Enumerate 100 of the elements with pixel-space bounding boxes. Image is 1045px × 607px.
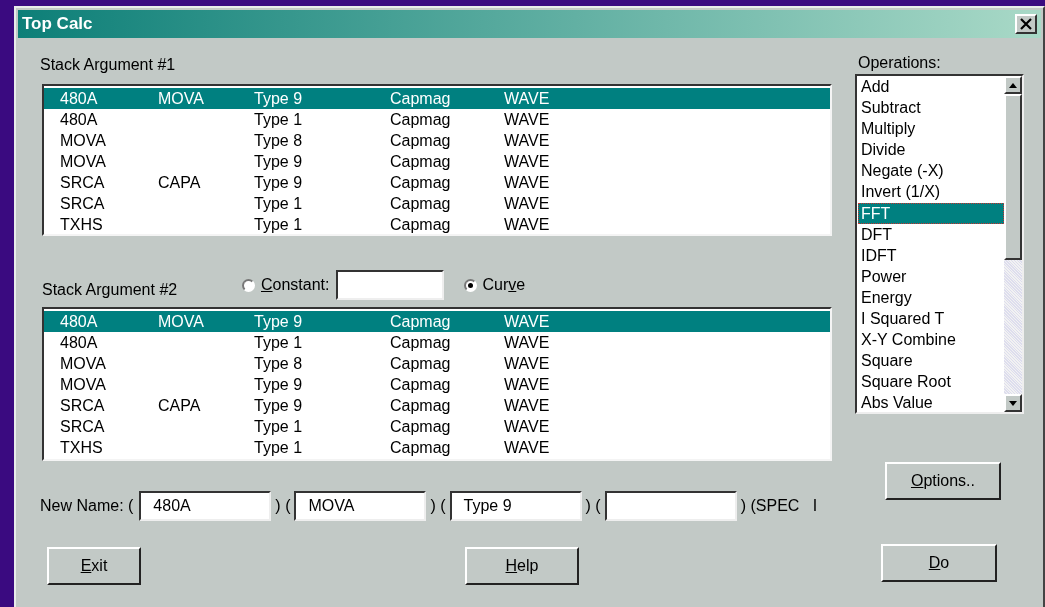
operation-item[interactable]: Negate (-X) bbox=[858, 160, 1004, 182]
operation-item[interactable]: Invert (1/X) bbox=[858, 181, 1004, 203]
radio-button[interactable] bbox=[463, 278, 477, 292]
list-cell-text: 480A bbox=[60, 110, 99, 129]
scrollbar-track[interactable] bbox=[1004, 76, 1022, 412]
operation-item[interactable]: Subtract bbox=[858, 97, 1004, 119]
list-cell-text: WAVE bbox=[504, 194, 551, 213]
list-cell-text: Capmag bbox=[390, 215, 452, 234]
list-cell-text: Type 1 bbox=[254, 194, 304, 213]
list-cell-text: CAPA bbox=[158, 396, 202, 415]
list-cell-text: Type 1 bbox=[254, 110, 304, 129]
window-title: Top Calc bbox=[22, 14, 93, 34]
list-row[interactable]: MOVA Type 8 Capmag WAVE bbox=[44, 353, 830, 374]
operation-item[interactable]: IDFT bbox=[858, 244, 1004, 266]
list-cell-text: TXHS bbox=[60, 438, 104, 457]
down-arrow-icon bbox=[1009, 400, 1017, 406]
list-cell-text: WAVE bbox=[504, 354, 551, 373]
list-row[interactable]: SRCA CAPA Type 9 Capmag WAVE bbox=[44, 395, 830, 416]
exit-button[interactable]: Exit bbox=[47, 547, 141, 585]
radio-label[interactable]: Curve bbox=[482, 276, 526, 294]
options-button[interactable]: Options.. bbox=[885, 462, 1001, 500]
list-cell-text: Type 1 bbox=[254, 438, 304, 457]
list-cell-text: 480A bbox=[60, 312, 99, 331]
list-cell-text: WAVE bbox=[504, 110, 551, 129]
list-cell-text: WAVE bbox=[504, 417, 551, 436]
list-cell-text: Capmag bbox=[390, 312, 452, 331]
list-cell-text: Capmag bbox=[390, 110, 452, 129]
radio-button[interactable] bbox=[242, 278, 255, 292]
operation-item[interactable]: Power bbox=[858, 265, 1004, 287]
list-cell-text: MOVA bbox=[60, 152, 107, 171]
name-field[interactable]: 480A bbox=[139, 491, 272, 521]
operation-item[interactable]: Square Root bbox=[858, 371, 1004, 393]
operation-item[interactable]: DFT bbox=[858, 223, 1004, 245]
list-cell-text: Capmag bbox=[390, 152, 452, 171]
list-cell-text: SRCA bbox=[60, 173, 106, 192]
list-row[interactable]: 480A Type 1 Capmag WAVE bbox=[44, 332, 830, 353]
list-cell-text: WAVE bbox=[504, 131, 551, 150]
list-cell-text: MOVA bbox=[158, 312, 205, 331]
list-row[interactable]: 480A Type 1 Capmag WAVE bbox=[44, 109, 830, 130]
list-cell-text: Type 1 bbox=[254, 333, 304, 352]
list-row[interactable]: MOVA Type 9 Capmag WAVE bbox=[44, 151, 830, 172]
list-cell-text: Capmag bbox=[390, 131, 452, 150]
radio-label[interactable]: Constant: bbox=[261, 276, 330, 294]
list-cell-text: WAVE bbox=[504, 375, 551, 394]
scroll-up-button[interactable] bbox=[1004, 76, 1022, 94]
do-button[interactable]: Do bbox=[881, 544, 997, 582]
list-cell-text: Capmag bbox=[390, 333, 452, 352]
list-cell-text: CAPA bbox=[158, 173, 202, 192]
list-cell-text: Type 1 bbox=[254, 417, 304, 436]
list-cell-text: SRCA bbox=[60, 194, 106, 213]
list-cell-text: 480A bbox=[60, 333, 99, 352]
list-cell-text: WAVE bbox=[504, 173, 551, 192]
operation-item[interactable]: Square bbox=[858, 350, 1004, 372]
operation-item[interactable]: FFT bbox=[858, 202, 1004, 224]
separator-text: ) ( bbox=[585, 497, 601, 515]
list-cell-text: 480A bbox=[60, 89, 99, 108]
list-row[interactable]: 480A MOVA Type 9 Capmag WAVE bbox=[44, 311, 830, 332]
list-cell-text: Type 9 bbox=[254, 152, 304, 171]
name-field[interactable] bbox=[604, 491, 737, 521]
up-arrow-icon bbox=[1009, 82, 1017, 88]
list-cell-text: Type 9 bbox=[254, 375, 304, 394]
list-cell-text: WAVE bbox=[504, 312, 551, 331]
list-row[interactable]: SRCA Type 1 Capmag WAVE bbox=[44, 193, 830, 214]
close-button[interactable] bbox=[1015, 14, 1037, 34]
list-cell-text: SRCA bbox=[60, 396, 106, 415]
list-cell-text: Capmag bbox=[390, 194, 452, 213]
operation-item[interactable]: Add bbox=[858, 76, 1004, 98]
scroll-thumb[interactable] bbox=[1004, 94, 1022, 260]
name-field[interactable]: Type 9 bbox=[449, 491, 582, 521]
list-cell-text: Type 9 bbox=[254, 312, 304, 331]
operation-item[interactable]: Energy bbox=[858, 286, 1004, 309]
operation-item[interactable]: X-Y Combine bbox=[858, 329, 1004, 351]
close-icon bbox=[1019, 18, 1033, 30]
help-button[interactable]: Help bbox=[465, 547, 579, 585]
list-row[interactable]: TXHS Type 1 Capmag WAVE bbox=[44, 214, 830, 235]
list-row[interactable]: MOVA Type 8 Capmag WAVE bbox=[44, 130, 830, 151]
list-cell-text: Type 8 bbox=[254, 354, 304, 373]
list-row[interactable]: SRCA CAPA Type 9 Capmag WAVE bbox=[44, 172, 830, 193]
operation-item[interactable]: Abs Value bbox=[858, 392, 1004, 414]
constant-field[interactable] bbox=[335, 270, 444, 300]
name-field[interactable]: MOVA bbox=[294, 491, 427, 521]
list-cell-text: Type 9 bbox=[254, 89, 304, 108]
list-row[interactable]: TXHS Type 1 Capmag WAVE bbox=[44, 437, 830, 458]
list-row[interactable]: MOVA Type 9 Capmag WAVE bbox=[44, 374, 830, 395]
list-cell-text: Capmag bbox=[390, 375, 452, 394]
list-cell-text: MOVA bbox=[60, 375, 107, 394]
operation-item[interactable]: Divide bbox=[858, 139, 1004, 161]
list-cell-text: SRCA bbox=[60, 417, 106, 436]
operation-item[interactable]: Multiply bbox=[858, 118, 1004, 140]
list-row[interactable]: 480A MOVA Type 9 Capmag WAVE bbox=[44, 88, 830, 109]
scroll-down-button[interactable] bbox=[1004, 394, 1022, 412]
list-cell-text: Capmag bbox=[390, 417, 452, 436]
operation-item[interactable]: I Squared T bbox=[858, 308, 1004, 330]
list-row[interactable]: SRCA Type 1 Capmag WAVE bbox=[44, 416, 830, 437]
list-cell-text: Type 8 bbox=[254, 131, 304, 150]
separator-text: ) (SPEC I bbox=[740, 497, 818, 515]
separator-text: ) ( bbox=[430, 497, 446, 515]
list-cell-text: TXHS bbox=[60, 215, 104, 234]
operations-label: Operations: bbox=[858, 54, 942, 72]
list-cell-text: Capmag bbox=[390, 173, 452, 192]
